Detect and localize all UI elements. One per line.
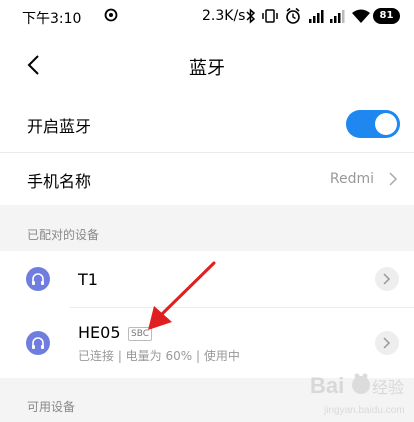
device-name: HE05 (78, 323, 121, 342)
headphone-icon (26, 267, 50, 291)
device-name-label: 手机名称 (27, 172, 92, 191)
status-bar: 下午3:10 2.3K/s 81 (0, 0, 414, 34)
device-details-button[interactable] (375, 267, 399, 291)
status-time: 下午3:10 (22, 11, 82, 27)
device-details-button[interactable] (375, 331, 399, 355)
vibrate-icon (262, 9, 278, 23)
headphone-icon (26, 331, 50, 355)
svg-text:经验: 经验 (372, 378, 404, 397)
battery-indicator: 81 (373, 8, 400, 24)
device-status: 已连接 | 电量为 60% | 使用中 (78, 349, 240, 363)
toggle-knob (375, 113, 397, 135)
device-name: T1 (78, 270, 98, 289)
page-header: 蓝牙 (0, 34, 414, 96)
paired-section-title: 已配对的设备 (27, 228, 100, 242)
signal-hd-icon (309, 10, 324, 23)
bluetooth-status-icon (246, 8, 256, 24)
wifi-icon (352, 9, 370, 23)
bluetooth-toggle-switch[interactable] (346, 110, 400, 138)
network-speed: 2.3K/s (202, 8, 246, 24)
baidu-jingyan-watermark: Bai 经验 jingyan.baidu.com (310, 373, 405, 416)
available-section-title: 可用设备 (27, 400, 76, 414)
signal-icon (330, 10, 345, 23)
device-name-row[interactable]: 手机名称 Redmi (0, 153, 414, 205)
chevron-right-icon (389, 172, 398, 186)
bluetooth-toggle-label: 开启蓝牙 (27, 117, 92, 136)
svg-text:jingyan.baidu.com: jingyan.baidu.com (323, 405, 405, 416)
device-name-value: Redmi (329, 171, 374, 187)
do-not-disturb-icon (104, 8, 118, 22)
page-title: 蓝牙 (189, 58, 225, 79)
alarm-icon (286, 7, 300, 24)
bluetooth-toggle-row[interactable]: 开启蓝牙 (0, 96, 414, 152)
paired-section-header: 已配对的设备 (0, 205, 414, 251)
annotation-arrow (148, 261, 216, 330)
svg-text:Bai: Bai (310, 373, 344, 398)
